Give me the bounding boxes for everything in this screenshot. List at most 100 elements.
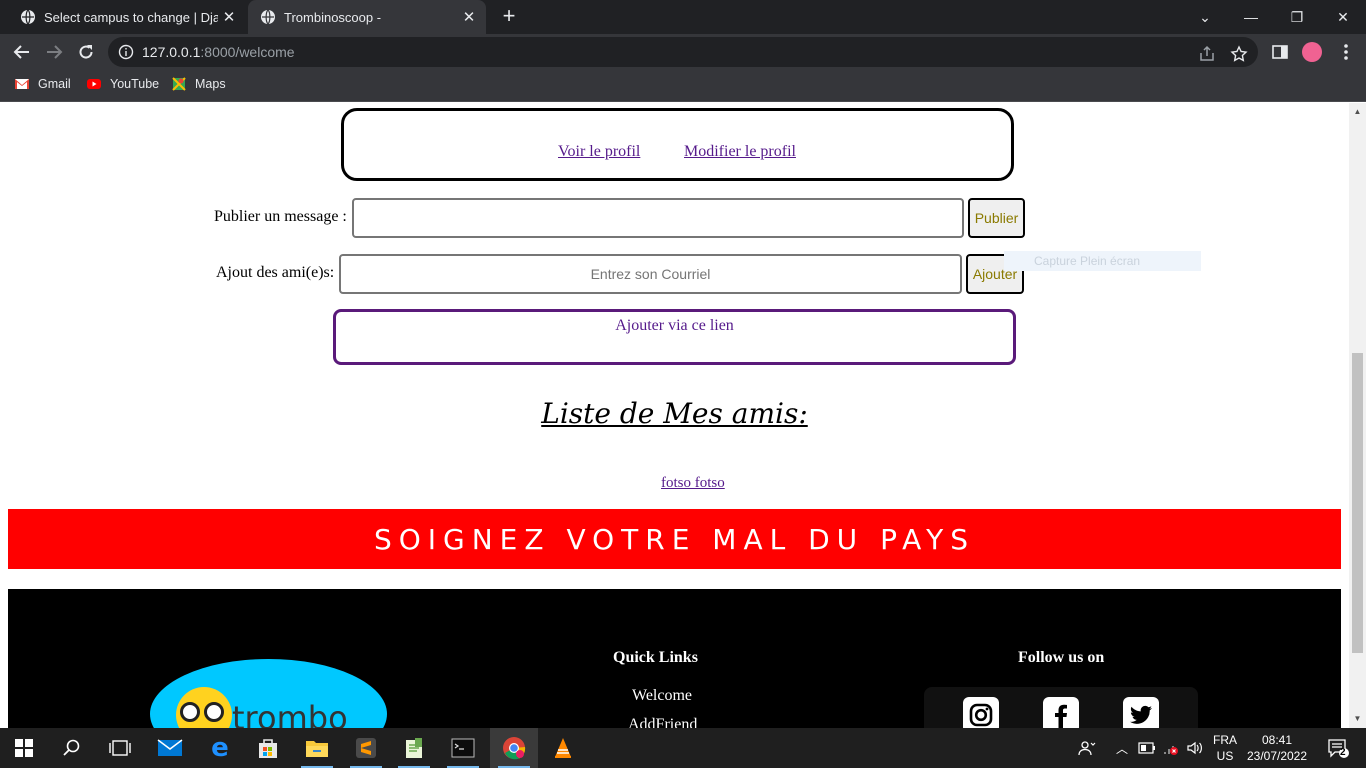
battery-icon[interactable]: [1136, 728, 1158, 768]
more-menu-icon[interactable]: [1336, 42, 1356, 62]
page-scrollbar[interactable]: ▲ ▼: [1349, 103, 1366, 728]
bookmark-label: Gmail: [38, 77, 71, 91]
publish-message-input[interactable]: [352, 198, 964, 238]
close-tab-icon[interactable]: ✕: [218, 6, 240, 28]
people-icon[interactable]: [1074, 728, 1100, 768]
input-language-indicator[interactable]: FRA US: [1212, 732, 1238, 764]
forward-button[interactable]: [40, 38, 68, 66]
footer-link-addfriend[interactable]: AddFriend: [628, 716, 697, 728]
system-clock[interactable]: 08:41 23/07/2022: [1244, 732, 1310, 764]
logo-text: trombo: [232, 699, 348, 728]
taskbar-mail[interactable]: [146, 728, 194, 768]
scroll-down-icon[interactable]: ▼: [1353, 714, 1362, 723]
taskbar-store[interactable]: [244, 728, 292, 768]
close-tab-icon[interactable]: ✕: [458, 6, 480, 28]
folder-icon: [306, 741, 328, 757]
trombo-logo[interactable]: trombo: [150, 659, 387, 728]
task-view-button[interactable]: [96, 728, 144, 768]
publish-label: Publier un message :: [214, 208, 347, 225]
info-icon[interactable]: [118, 44, 134, 60]
chrome-icon: [503, 737, 526, 760]
network-disconnected-icon[interactable]: [1160, 728, 1182, 768]
promo-banner: SOIGNEZ VOTRE MAL DU PAYS: [8, 509, 1341, 569]
globe-icon: [21, 9, 35, 25]
taskbar-sublime[interactable]: [342, 728, 390, 768]
restore-button[interactable]: ❐: [1274, 0, 1320, 34]
maps-icon: [172, 77, 186, 91]
quick-links-title: Quick Links: [613, 649, 698, 666]
keyboard-layout: US: [1216, 749, 1234, 763]
youtube-icon: [87, 79, 101, 89]
scroll-up-icon[interactable]: ▲: [1353, 107, 1362, 116]
profile-links-box: Voir le profil Modifier le profil: [341, 108, 1014, 181]
search-icon: [63, 739, 80, 756]
friend-link[interactable]: fotso fotso: [661, 475, 725, 492]
friends-list-title: Liste de Mes amis:: [541, 397, 808, 430]
profile-avatar[interactable]: [1302, 42, 1322, 62]
start-button[interactable]: [0, 728, 48, 768]
reload-button[interactable]: [72, 38, 100, 66]
tab-title: Trombinoscoop -: [284, 9, 382, 25]
follow-us-title: Follow us on: [1018, 649, 1105, 666]
tab-title: Select campus to change | Django: [44, 9, 218, 25]
new-tab-button[interactable]: +: [498, 5, 520, 28]
minimize-button[interactable]: —: [1228, 0, 1274, 34]
tab-search-icon[interactable]: ⌄: [1182, 0, 1228, 34]
facebook-icon[interactable]: [1043, 697, 1079, 728]
windows-taskbar: e ︿ FRA US 08:41 23/07/2022 2: [0, 728, 1366, 768]
add-friend-label: Ajout des ami(e)s:: [216, 264, 335, 281]
bookmark-youtube[interactable]: YouTube: [86, 76, 159, 92]
notepad-plus-icon: [406, 738, 422, 758]
taskbar-terminal[interactable]: [439, 728, 487, 768]
tab-django-admin[interactable]: Select campus to change | Django ✕: [8, 0, 246, 34]
action-center-button[interactable]: 2: [1318, 728, 1358, 768]
scrollbar-thumb[interactable]: [1352, 353, 1363, 653]
add-via-link-text: Ajouter via ce lien: [615, 317, 734, 334]
screen-capture-tooltip: Capture Plein écran: [1004, 251, 1201, 271]
vlc-icon: [555, 738, 571, 758]
reload-icon: [79, 45, 93, 59]
close-window-button[interactable]: ✕: [1320, 0, 1366, 34]
arrow-left-icon: [13, 45, 29, 59]
store-icon: [259, 739, 277, 758]
twitter-icon[interactable]: [1123, 697, 1159, 728]
url-text: 127.0.0.1:8000/welcome: [142, 44, 295, 60]
taskbar-edge[interactable]: e: [196, 728, 244, 768]
mail-icon: [157, 739, 183, 756]
notification-count: 2: [1340, 747, 1346, 758]
footer-link-welcome[interactable]: Welcome: [632, 687, 692, 705]
volume-icon[interactable]: [1184, 728, 1206, 768]
bookmark-star-icon[interactable]: [1230, 45, 1248, 63]
side-panel-icon[interactable]: [1270, 42, 1290, 62]
taskbar-file-explorer[interactable]: [293, 728, 341, 768]
bookmark-label: YouTube: [110, 77, 160, 91]
terminal-icon: [451, 738, 475, 758]
bookmark-gmail[interactable]: Gmail: [14, 76, 71, 92]
language-code: FRA: [1213, 733, 1237, 747]
view-profile-link[interactable]: Voir le profil: [558, 143, 640, 161]
bookmark-label: Maps: [195, 77, 226, 91]
taskbar-notepad-plus[interactable]: [390, 728, 438, 768]
site-footer: trombo Quick Links Welcome AddFriend Fol…: [8, 589, 1341, 728]
publish-button[interactable]: Publier: [968, 198, 1025, 238]
taskbar-chrome[interactable]: [490, 728, 538, 768]
search-button[interactable]: [48, 728, 96, 768]
instagram-icon[interactable]: [963, 697, 999, 728]
friend-email-input[interactable]: Entrez son Courriel: [339, 254, 962, 294]
clock-time: 08:41: [1261, 733, 1293, 747]
gmail-icon: [15, 79, 29, 89]
edge-icon: e: [211, 733, 229, 763]
address-bar[interactable]: 127.0.0.1:8000/welcome: [108, 37, 1258, 67]
sublime-text-icon: [356, 738, 376, 758]
back-button[interactable]: [8, 38, 36, 66]
clock-date: 23/07/2022: [1246, 749, 1308, 763]
share-icon[interactable]: [1198, 45, 1216, 63]
taskbar-vlc[interactable]: [539, 728, 587, 768]
arrow-right-icon: [47, 45, 63, 59]
add-via-link-box[interactable]: Ajouter via ce lien: [333, 309, 1016, 365]
bookmark-maps[interactable]: Maps: [171, 76, 226, 92]
edit-profile-link[interactable]: Modifier le profil: [684, 143, 796, 161]
chevron-up-icon[interactable]: ︿: [1112, 728, 1132, 768]
tab-trombinoscoop[interactable]: Trombinoscoop - ✕: [248, 0, 486, 34]
bookmarks-bar: Gmail YouTube Maps: [0, 70, 1366, 102]
